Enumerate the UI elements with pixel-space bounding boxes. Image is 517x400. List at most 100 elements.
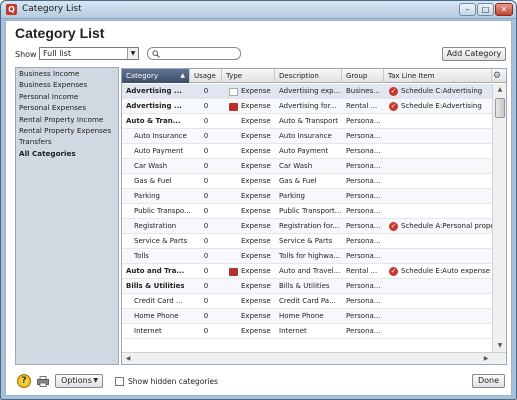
- column-header-label: Group: [346, 72, 368, 80]
- sidebar-item[interactable]: Personal Income: [16, 91, 118, 102]
- title-bar[interactable]: Q Category List – □ ✕: [1, 1, 516, 19]
- category-cell-text: Internet: [134, 327, 162, 335]
- options-button[interactable]: Options ▼: [55, 374, 103, 388]
- table-row[interactable]: Auto and Tra... 0 Expense Auto and Travel..…: [122, 264, 492, 279]
- tax-line-cell: Schedule A:Personal property...✓: [384, 219, 492, 234]
- type-cell-text: Expense: [241, 162, 271, 170]
- group-cell: Persona...: [342, 234, 384, 249]
- tax-line-cell-text: Schedule A:Personal property...: [401, 222, 492, 230]
- help-icon[interactable]: ?: [17, 374, 31, 388]
- group-cell: Persona...: [342, 129, 384, 144]
- usage-cell: 0: [190, 159, 222, 174]
- sidebar-item[interactable]: Personal Expenses: [16, 102, 118, 113]
- type-cell: Expense: [222, 279, 275, 294]
- group-cell-text: Persona...: [346, 327, 381, 335]
- scroll-left-arrow-icon[interactable]: ◀: [122, 353, 134, 364]
- table-row[interactable]: Parking 0 Expense Parking Persona...: [122, 189, 492, 204]
- header-type[interactable]: Type: [222, 69, 275, 83]
- table-row[interactable]: Auto Insurance 0 Expense Auto Insurance Pers…: [122, 129, 492, 144]
- category-cell: Auto Insurance: [122, 129, 190, 144]
- usage-cell-text: 0: [203, 282, 209, 290]
- scroll-right-arrow-icon[interactable]: ▶: [480, 353, 492, 364]
- table-row[interactable]: Tolls 0 Expense Tolls for highwa... Persona.…: [122, 249, 492, 264]
- sidebar-item[interactable]: Business Income: [16, 68, 118, 79]
- table-row[interactable]: Car Wash 0 Expense Car Wash Persona...: [122, 159, 492, 174]
- table-row[interactable]: Gas & Fuel 0 Expense Gas & Fuel Persona...: [122, 174, 492, 189]
- sidebar-item[interactable]: Business Expenses: [16, 79, 118, 90]
- group-cell: Persona...: [342, 174, 384, 189]
- category-cell: Credit Card ...: [122, 294, 190, 309]
- vertical-scrollbar[interactable]: ▲ ▼: [492, 84, 506, 352]
- chevron-down-icon[interactable]: ▼: [127, 48, 138, 59]
- type-cell-text: Expense: [241, 117, 271, 125]
- type-cell: Expense: [222, 114, 275, 129]
- table-row[interactable]: Public Transpo... 0 Expense Public Transpor…: [122, 204, 492, 219]
- gear-icon[interactable]: ⚙: [493, 71, 501, 81]
- print-icon[interactable]: [37, 376, 49, 387]
- category-cell: Advertising ...: [122, 99, 190, 114]
- type-cell: Expense: [222, 144, 275, 159]
- table-row[interactable]: Registration 0 Expense Registration for... P…: [122, 219, 492, 234]
- header-tax-line-item[interactable]: Tax Line Item: [384, 69, 492, 83]
- column-header-label: Category: [126, 72, 158, 80]
- table-row[interactable]: Bills & Utilities 0 Expense Bills & Utiliti…: [122, 279, 492, 294]
- tax-line-cell-text: Schedule E:Auto expense: [401, 267, 491, 275]
- usage-cell: 0: [190, 234, 222, 249]
- category-cell: Gas & Fuel: [122, 174, 190, 189]
- description-cell-text: Auto & Transport: [279, 117, 339, 125]
- category-cell: Internet: [122, 324, 190, 339]
- show-filter-dropdown[interactable]: Full list ▼: [39, 47, 139, 60]
- close-button[interactable]: ✕: [495, 3, 513, 16]
- group-cell: Persona...: [342, 294, 384, 309]
- category-cell: Tolls: [122, 249, 190, 264]
- group-cell-text: Persona...: [346, 117, 381, 125]
- table-row[interactable]: Home Phone 0 Expense Home Phone Persona...: [122, 309, 492, 324]
- maximize-button[interactable]: □: [477, 3, 494, 16]
- scroll-thumb[interactable]: [495, 98, 505, 118]
- usage-cell: 0: [190, 129, 222, 144]
- sidebar-item[interactable]: All Categories: [16, 148, 118, 159]
- table-row[interactable]: Auto Payment 0 Expense Auto Payment Persona.…: [122, 144, 492, 159]
- add-category-button[interactable]: Add Category: [442, 47, 506, 61]
- table-row[interactable]: Service & Parts 0 Expense Service & Parts Pe…: [122, 234, 492, 249]
- scroll-down-arrow-icon[interactable]: ▼: [493, 340, 506, 352]
- page-title: Category List: [15, 25, 105, 41]
- done-button[interactable]: Done: [472, 374, 505, 388]
- description-cell: Home Phone: [275, 309, 342, 324]
- type-cell: Expense: [222, 219, 275, 234]
- description-cell: Advertising exp...: [275, 84, 342, 99]
- group-cell-text: Rental ...: [346, 102, 378, 110]
- group-cell: Persona...: [342, 249, 384, 264]
- table-row[interactable]: Auto & Tran... 0 Expense Auto & Transport Pe…: [122, 114, 492, 129]
- show-hidden-categories-checkbox[interactable]: [115, 377, 124, 386]
- group-cell: Persona...: [342, 144, 384, 159]
- header-usage[interactable]: Usage: [190, 69, 222, 83]
- sidebar-item[interactable]: Rental Property Income: [16, 114, 118, 125]
- table-row[interactable]: Advertising ... 0 Expense Advertising for..…: [122, 99, 492, 114]
- table-row[interactable]: Internet 0 Expense Internet Persona...: [122, 324, 492, 339]
- sidebar-item[interactable]: Rental Property Expenses: [16, 125, 118, 136]
- search-input[interactable]: [147, 47, 241, 60]
- category-cell-text: Registration: [134, 222, 177, 230]
- usage-cell: 0: [190, 294, 222, 309]
- group-cell: Persona...: [342, 324, 384, 339]
- table-row[interactable]: Advertising ... 0 Expense Advertising exp..…: [122, 84, 492, 99]
- description-cell-text: Auto Payment: [279, 147, 329, 155]
- header-category[interactable]: Category ▲: [122, 69, 190, 83]
- header-description[interactable]: Description: [275, 69, 342, 83]
- horizontal-scrollbar[interactable]: ◀ ▶: [122, 352, 506, 364]
- minimize-button[interactable]: –: [459, 3, 476, 16]
- tax-line-cell: Schedule E:Auto expense ✓: [384, 264, 492, 279]
- description-cell: Auto Payment: [275, 144, 342, 159]
- tax-line-cell: [384, 189, 492, 204]
- description-cell-text: Auto and Travel...: [279, 267, 341, 275]
- show-hidden-categories-label[interactable]: Show hidden categories: [128, 377, 218, 386]
- sidebar-item[interactable]: Transfers: [16, 136, 118, 147]
- table-row[interactable]: Credit Card ... 0 Expense Credit Card Pa...…: [122, 294, 492, 309]
- group-cell: Persona...: [342, 204, 384, 219]
- scroll-up-arrow-icon[interactable]: ▲: [493, 84, 506, 96]
- header-group[interactable]: Group: [342, 69, 384, 83]
- description-cell-text: Advertising for...: [279, 102, 337, 110]
- tax-check-icon: ✓: [389, 222, 398, 231]
- description-cell: Public Transport...: [275, 204, 342, 219]
